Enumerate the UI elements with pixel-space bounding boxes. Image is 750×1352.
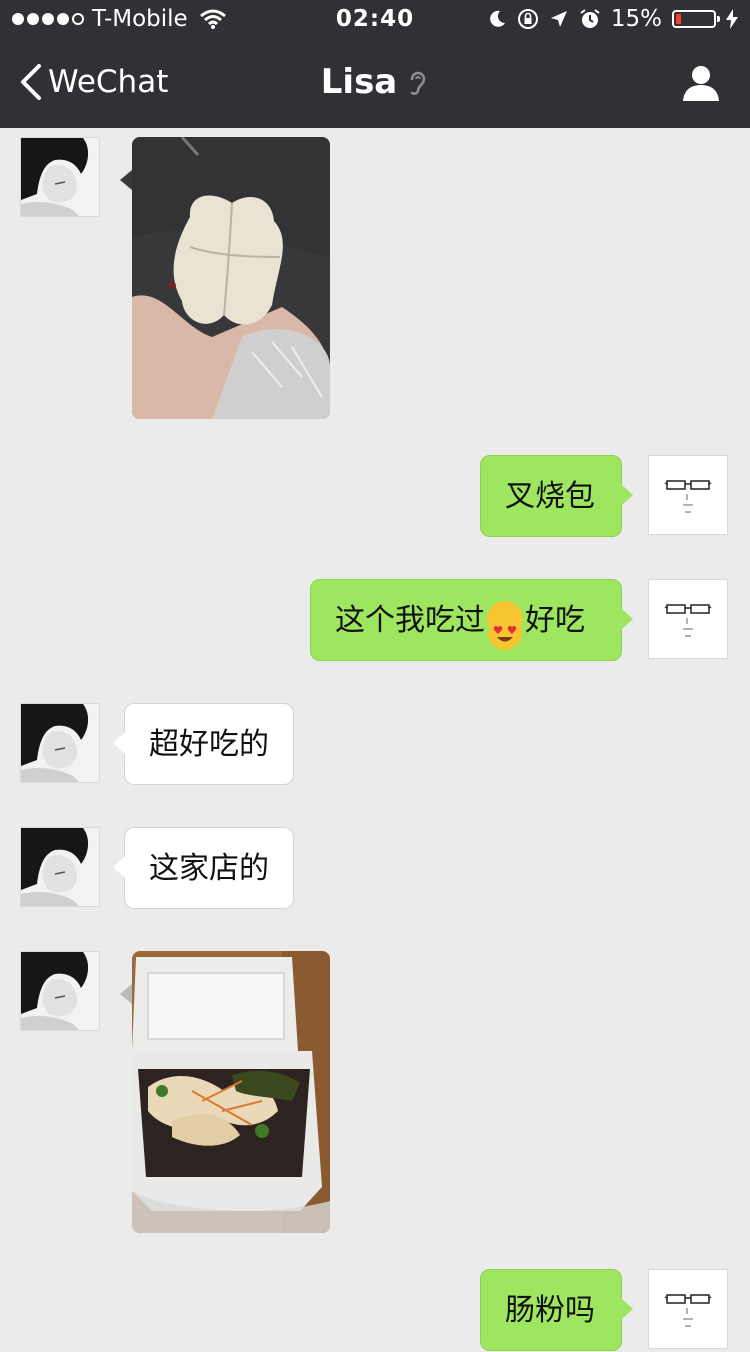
message-text: 这家店的 <box>149 851 269 886</box>
top-bar: T-Mobile 02:40 15% WeChat Lisa <box>0 0 750 128</box>
navigation-bar: WeChat Lisa <box>0 40 750 128</box>
lisa-avatar-photo <box>21 138 99 216</box>
alarm-clock-icon <box>580 9 600 28</box>
photo-rice-noodle-rolls <box>132 951 330 1233</box>
earpiece-mode-icon <box>411 71 426 95</box>
bubble-tail <box>621 484 633 506</box>
message-text: 叉烧包 <box>505 479 595 514</box>
image-bubble-tail <box>120 984 132 1004</box>
battery-icon <box>672 10 720 28</box>
avatar[interactable] <box>20 137 100 217</box>
my-avatar-sketch <box>649 456 727 534</box>
my-avatar-sketch <box>649 580 727 658</box>
avatar[interactable] <box>20 951 100 1031</box>
message-text: 肠粉吗 <box>505 1293 595 1328</box>
chat-info-button[interactable] <box>682 64 720 106</box>
avatar[interactable] <box>648 455 728 535</box>
photo-steamed-bun <box>132 137 330 419</box>
bubble-tail <box>621 1298 633 1320</box>
image-bubble-tail <box>120 170 132 190</box>
lisa-avatar-photo <box>21 828 99 906</box>
avatar[interactable] <box>648 1269 728 1349</box>
image-message[interactable] <box>132 951 330 1233</box>
avatar[interactable] <box>648 579 728 659</box>
status-bar: T-Mobile 02:40 15% <box>0 0 750 40</box>
avatar[interactable] <box>20 703 100 783</box>
battery-level-fill <box>676 14 681 24</box>
chat-title: Lisa <box>0 62 750 102</box>
message-text: 超好吃的 <box>149 727 269 762</box>
message-text-part: 这个我吃过 <box>335 603 485 638</box>
status-right: 15% <box>487 6 738 32</box>
battery-percent: 15% <box>610 6 662 32</box>
bubble-tail <box>113 732 125 754</box>
bubble-tail <box>621 608 633 630</box>
bubble-tail <box>113 856 125 878</box>
image-message[interactable] <box>132 137 330 419</box>
avatar[interactable] <box>20 827 100 907</box>
heart-eyes-emoji-icon <box>487 600 523 650</box>
incoming-text-bubble[interactable]: 这家店的 <box>113 827 294 909</box>
my-avatar-sketch <box>649 1270 727 1348</box>
location-arrow-icon <box>550 11 567 27</box>
lisa-avatar-photo <box>21 952 99 1030</box>
charging-bolt-icon <box>726 9 738 29</box>
message-text-part: 好吃 <box>525 603 585 638</box>
rotation-lock-icon <box>517 9 538 29</box>
contact-name: Lisa <box>320 62 398 102</box>
moon-icon <box>490 10 505 27</box>
lisa-avatar-photo <box>21 704 99 782</box>
person-icon <box>683 66 719 101</box>
outgoing-text-bubble[interactable]: 叉烧包 <box>480 455 633 537</box>
outgoing-text-bubble[interactable]: 这个我吃过 好吃 <box>310 579 633 661</box>
outgoing-text-bubble[interactable]: 肠粉吗 <box>480 1269 633 1351</box>
incoming-text-bubble[interactable]: 超好吃的 <box>113 703 294 785</box>
